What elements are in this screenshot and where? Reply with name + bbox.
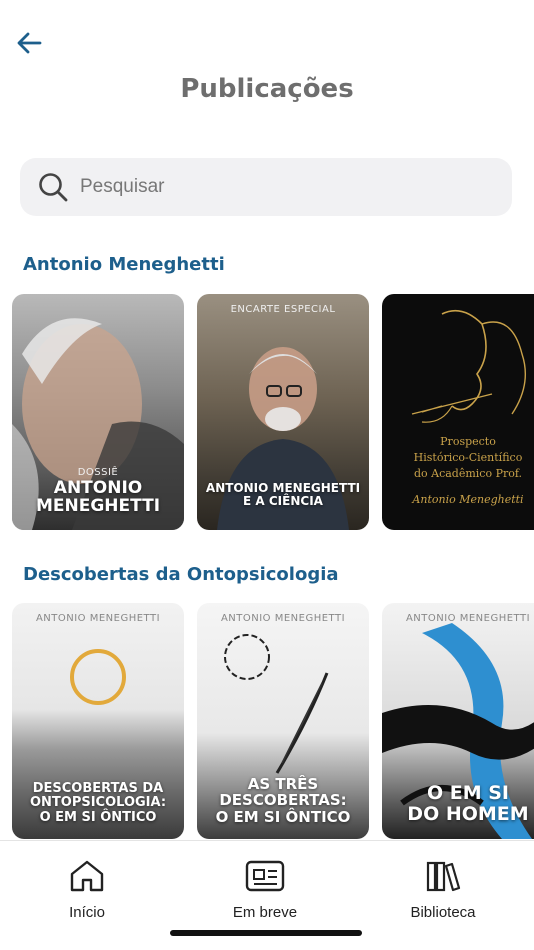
card-eyebrow: ANTONIO MENEGHETTI <box>220 613 346 624</box>
publications-row-2: ANTONIO MENEGHETTI DESCOBERTAS DA ONTOPS… <box>12 603 534 839</box>
top-bar: Publicações <box>0 0 534 130</box>
nav-item-biblioteca[interactable]: Biblioteca <box>383 859 503 921</box>
newspaper-icon <box>245 860 285 892</box>
card-title: Prospecto Histórico-Científico do Acadêm… <box>412 435 524 506</box>
section-title-descobertas: Descobertas da Ontopsicologia <box>23 564 339 585</box>
arrow-left-icon <box>17 32 42 54</box>
nav-label: Em breve <box>232 904 298 921</box>
publication-card[interactable]: ANTONIO MENEGHETTI AS TRÊS DESCOBERTAS: … <box>197 603 369 839</box>
back-button[interactable] <box>12 28 46 58</box>
nav-label: Início <box>69 904 105 921</box>
card-eyebrow: ENCARTE ESPECIAL <box>230 304 336 315</box>
card-title: AS TRÊS DESCOBERTAS: O EM SI ÔNTICO <box>215 774 351 826</box>
card-eyebrow: DOSSIÊ <box>77 467 119 478</box>
publication-card[interactable]: DOSSIÊ ANTONIO MENEGHETTI <box>12 294 184 530</box>
card-title: ANTONIO MENEGHETTI E A CIÊNCIA <box>205 480 361 508</box>
nav-item-em-breve[interactable]: Em breve <box>205 859 325 921</box>
search-bar[interactable] <box>20 158 512 216</box>
card-title: O EM SI DO HOMEM <box>407 782 529 826</box>
search-icon <box>39 173 68 202</box>
home-icon <box>70 860 104 892</box>
publication-card[interactable]: ENCARTE ESPECIAL ANTONIO MENEGHETTI E A … <box>197 294 369 530</box>
search-input[interactable] <box>80 176 460 198</box>
card-eyebrow: ANTONIO MENEGHETTI <box>405 613 531 624</box>
publication-card[interactable]: ANTONIO MENEGHETTI DESCOBERTAS DA ONTOPS… <box>12 603 184 839</box>
publications-row-1: DOSSIÊ ANTONIO MENEGHETTI ENCARTE ESPECI… <box>12 294 534 530</box>
books-icon <box>426 861 461 892</box>
card-title: ANTONIO MENEGHETTI <box>35 477 161 517</box>
card-eyebrow: ANTONIO MENEGHETTI <box>35 613 161 624</box>
nav-label: Biblioteca <box>410 904 476 921</box>
publication-card[interactable]: ANTONIO MENEGHETTI O EM SI DO HOMEM <box>382 603 534 839</box>
section-title-antonio-meneghetti: Antonio Meneghetti <box>23 254 225 275</box>
card-title: DESCOBERTAS DA ONTOPSICOLOGIA: O EM SI Ô… <box>29 781 167 825</box>
nav-item-inicio[interactable]: Início <box>27 859 147 921</box>
publication-card[interactable]: Prospecto Histórico-Científico do Acadêm… <box>382 294 534 530</box>
page-title: Publicações <box>180 74 354 104</box>
home-indicator <box>170 930 362 936</box>
